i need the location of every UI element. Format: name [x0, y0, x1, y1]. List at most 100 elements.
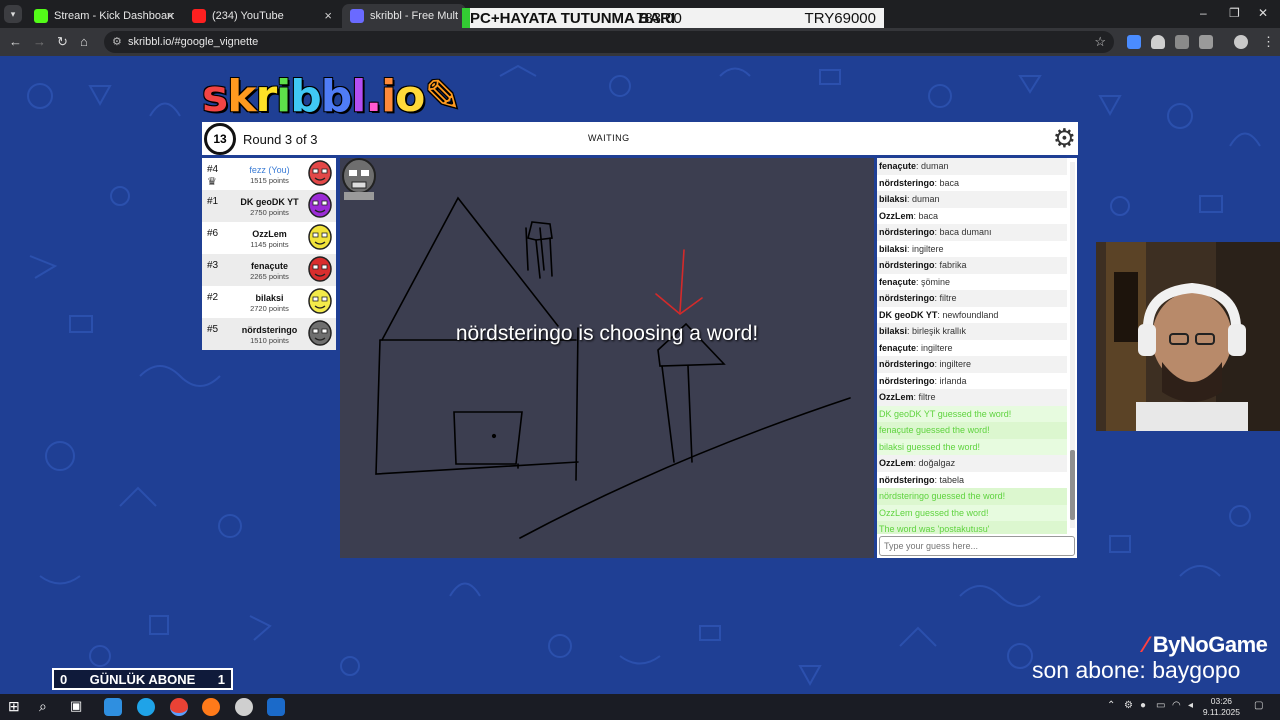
- chat-message: nördsteringo: baca: [877, 175, 1067, 192]
- chat-system-message: The word was 'postakutusu': [877, 521, 1067, 534]
- drawing-strokes: [375, 196, 851, 539]
- windows-start-icon[interactable]: ⊞: [8, 698, 26, 716]
- player-points: 1145 points: [250, 240, 289, 249]
- address-bar[interactable]: ⚙ skribbl.io/#google_vignette ☆: [104, 31, 1114, 53]
- chat-username: bilaksi: [879, 243, 908, 254]
- tab-youtube[interactable]: (234) YouTube ×: [184, 4, 340, 28]
- wifi-icon[interactable]: ◠: [1172, 700, 1181, 711]
- chat-text: doğalgaz: [918, 458, 956, 468]
- chat-message: nördsteringo: baca dumanı: [877, 224, 1067, 241]
- edge-icon[interactable]: [137, 698, 155, 716]
- url-text: skribbl.io/#google_vignette: [128, 36, 259, 48]
- chat-scrollbar[interactable]: [1070, 162, 1075, 528]
- tab-kick-dashboard[interactable]: Stream - Kick Dashboard ×: [26, 4, 182, 28]
- firefox-icon[interactable]: [202, 698, 220, 716]
- system-clock[interactable]: 03:26 9.11.2025: [1203, 696, 1240, 718]
- player-rank: #2: [207, 292, 219, 303]
- obs-icon[interactable]: [235, 698, 253, 716]
- copilot-icon[interactable]: [104, 698, 122, 716]
- drawing-canvas[interactable]: nördsteringo is choosing a word!: [340, 158, 874, 558]
- player-row[interactable]: #3 fenaçute 2265 points: [202, 254, 336, 286]
- chat-username: bilaksi: [879, 326, 908, 336]
- player-points: 2720 points: [250, 304, 289, 313]
- bookmark-star-icon[interactable]: ☆: [1094, 31, 1106, 53]
- game-header-bar: 13 Round 3 of 3 WAITING ⚙: [202, 122, 1078, 155]
- tray-app-icon[interactable]: ⚙: [1124, 700, 1133, 711]
- goal-progress-fill: [462, 8, 470, 28]
- microphone-icon[interactable]: ●: [1140, 700, 1146, 711]
- player-avatar: [308, 192, 332, 218]
- steam-icon[interactable]: [267, 698, 285, 716]
- player-name: DK geoDK YT: [240, 197, 299, 207]
- chat-text: baca dumanı: [939, 227, 992, 237]
- notification-icon[interactable]: ▢: [1254, 700, 1263, 711]
- tab-label: skribbl - Free Multiplayer D: [370, 10, 458, 22]
- chat-log: fenaçute: duman nördsteringo: baca bilaksi…: [877, 158, 1067, 534]
- youtube-icon: [192, 9, 206, 23]
- minimize-icon[interactable]: –: [1200, 6, 1207, 20]
- network-icon[interactable]: ▭: [1156, 700, 1165, 711]
- chat-message: nördsteringo: irlanda: [877, 373, 1067, 390]
- word-status: WAITING: [588, 133, 630, 143]
- chat-message: fenaçute: ingiltere: [877, 340, 1067, 357]
- player-rank: #6: [207, 228, 219, 239]
- chat-username: DK geoDK YT: [879, 309, 938, 320]
- shield-icon[interactable]: [1151, 35, 1165, 49]
- tab-search-button[interactable]: ▾: [4, 5, 22, 23]
- task-view-icon[interactable]: ▣: [70, 698, 88, 716]
- skribbl-logo: skribbl.io✎: [202, 71, 461, 122]
- chrome-icon[interactable]: [170, 698, 188, 716]
- puzzle-icon[interactable]: [1199, 35, 1213, 49]
- tray-overflow-icon[interactable]: ⌃: [1107, 700, 1115, 711]
- home-icon[interactable]: ⌂: [80, 34, 88, 49]
- scrollbar-thumb[interactable]: [1070, 450, 1075, 520]
- chat-text: fabrika: [939, 260, 967, 270]
- back-icon[interactable]: ←: [9, 34, 22, 49]
- player-row[interactable]: #6 OzzLem 1145 points: [202, 222, 336, 254]
- tab-skribbl[interactable]: skribbl - Free Multiplayer D: [342, 4, 466, 28]
- chat-username: nördsteringo: [879, 359, 935, 369]
- close-icon[interactable]: ×: [166, 8, 174, 23]
- tab-label: Stream - Kick Dashboard: [54, 10, 174, 22]
- guess-input[interactable]: [879, 536, 1075, 556]
- player-row[interactable]: #5 nördsteringo 1510 points: [202, 318, 336, 350]
- chat-message: nördsteringo: fabrika: [877, 257, 1067, 274]
- forward-icon[interactable]: →: [33, 34, 46, 49]
- chat-text: şömine: [921, 276, 951, 287]
- chat-system-message: fenaçute guessed the word!: [877, 422, 1067, 439]
- clock-time: 03:26: [1210, 696, 1233, 706]
- restore-icon[interactable]: ❐: [1229, 6, 1240, 20]
- extension-icon[interactable]: [1175, 35, 1189, 49]
- chat-system-message: DK geoDK YT guessed the word!: [877, 405, 1067, 422]
- player-row[interactable]: #4 fezz (You) 1515 points ♛: [202, 158, 336, 190]
- player-avatar: [308, 320, 332, 346]
- chat-system-message: OzzLem guessed the word!: [877, 504, 1067, 521]
- chat-text: filtre: [918, 392, 936, 402]
- extension-icon[interactable]: [1127, 35, 1141, 49]
- site-info-icon[interactable]: ⚙: [112, 31, 122, 53]
- player-row[interactable]: #1 DK geoDK YT 2750 points: [202, 190, 336, 222]
- player-name: bilaksi: [255, 293, 284, 303]
- chat-text: ingiltere: [912, 243, 944, 254]
- chat-system-message: nördsteringo guessed the word!: [877, 488, 1067, 505]
- player-name: nördsteringo: [241, 325, 298, 335]
- player-points: 2265 points: [250, 272, 289, 281]
- search-icon[interactable]: ⌕: [39, 698, 57, 716]
- reload-icon[interactable]: ↻: [57, 34, 68, 50]
- profile-avatar-icon[interactable]: [1234, 35, 1248, 49]
- volume-icon[interactable]: ◂: [1188, 700, 1193, 711]
- chat-text: filtre: [939, 293, 957, 303]
- chat-message: nördsteringo: ingiltere: [877, 356, 1067, 373]
- last-subscriber: son abone: baygopo: [1032, 657, 1241, 683]
- subs-label: GÜNLÜK ABONE: [89, 672, 196, 687]
- player-row[interactable]: #2 bilaksi 2720 points: [202, 286, 336, 318]
- chat-message: nördsteringo: filtre: [877, 290, 1067, 307]
- menu-icon[interactable]: ⋮: [1262, 34, 1275, 50]
- chat-username: fenaçute: [879, 276, 917, 287]
- settings-gear-icon[interactable]: ⚙: [1053, 124, 1076, 152]
- chooser-avatar: [342, 158, 376, 200]
- player-points: 1510 points: [250, 336, 289, 345]
- close-window-icon[interactable]: ✕: [1258, 6, 1268, 20]
- crown-icon: ♛: [207, 176, 217, 188]
- close-icon[interactable]: ×: [324, 8, 332, 23]
